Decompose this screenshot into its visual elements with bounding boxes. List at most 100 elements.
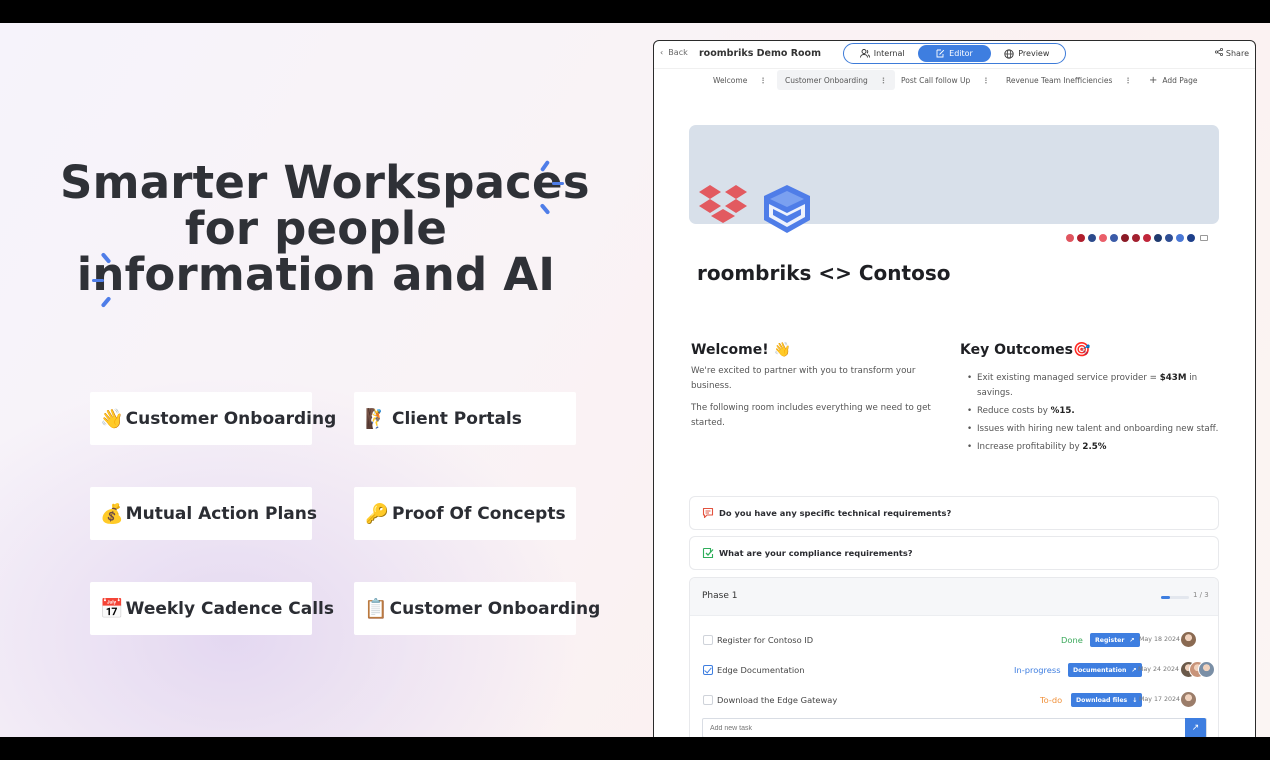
color-swatch[interactable] <box>1187 234 1195 242</box>
chevron-left-icon: ‹ <box>660 48 664 57</box>
task-name[interactable]: Download the Edge Gateway <box>717 695 837 705</box>
color-swatch[interactable] <box>1143 234 1151 242</box>
view-mode-internal[interactable]: Internal <box>846 45 918 62</box>
back-button[interactable]: ‹ Back <box>660 48 688 57</box>
plus-icon: + <box>1149 74 1158 86</box>
avatar[interactable] <box>1180 631 1197 648</box>
submit-task-button[interactable]: ↗ <box>1185 718 1206 737</box>
check-icon <box>702 547 716 559</box>
task-status[interactable]: Done <box>1061 635 1083 645</box>
hero-stage: Smarter Workspaces for people informatio… <box>0 23 1270 737</box>
document-title[interactable]: roombriks <> Contoso <box>697 261 950 285</box>
task-status[interactable]: In-progress <box>1014 665 1061 675</box>
app-window: ‹ Back roombriks Demo Room Internal Edit… <box>653 40 1256 737</box>
task-checkbox[interactable] <box>703 695 713 705</box>
new-task-input[interactable] <box>702 718 1207 737</box>
view-mode-label: Preview <box>1018 49 1050 58</box>
phase-title: Phase 1 <box>702 591 738 601</box>
edit-icon <box>936 49 945 58</box>
view-mode-editor[interactable]: Editor <box>918 45 991 62</box>
avatar[interactable] <box>1180 691 1197 708</box>
roombriks-logo <box>764 185 810 233</box>
feature-label: Client Portals <box>392 408 522 429</box>
page-tab-label: Revenue Team Inefficiencies <box>1006 75 1113 85</box>
page-tabs: Welcome ⋮ Customer Onboarding ⋮ Post Call … <box>654 69 1255 91</box>
room-title: roombriks Demo Room <box>699 48 821 59</box>
color-swatch[interactable] <box>1099 234 1107 242</box>
welcome-paragraph-1: We're excited to partner with you to tra… <box>691 366 916 391</box>
phase-card: Phase 1 1 / 3 Register for Contoso ID Do… <box>689 577 1219 737</box>
add-page-button[interactable]: + Add Page <box>1141 70 1205 90</box>
task-name[interactable]: Register for Contoso ID <box>717 635 813 645</box>
page-tab-label: Customer Onboarding <box>785 75 868 85</box>
climber-icon: 🧗 <box>365 408 389 430</box>
more-vertical-icon[interactable]: ⋮ <box>880 76 888 85</box>
color-swatch[interactable] <box>1154 234 1162 242</box>
task-status[interactable]: To-do <box>1040 695 1062 705</box>
color-swatch[interactable] <box>1176 234 1184 242</box>
feature-card-customer-onboarding[interactable]: 👋 Customer Onboarding <box>90 392 336 445</box>
clipboard-icon: 📋 <box>364 598 388 620</box>
task-name[interactable]: Edge Documentation <box>717 665 804 675</box>
arrow-up-right-icon: ↗ <box>1191 723 1200 733</box>
task-checkbox[interactable] <box>703 635 713 645</box>
hero-headline: Smarter Workspaces for people informatio… <box>60 156 590 301</box>
key-outcomes-heading: Key Outcomes🎯 <box>960 342 1091 358</box>
hero-line-2: for people <box>184 202 448 255</box>
feature-card-weekly-cadence-calls[interactable]: 📅 Weekly Cadence Calls <box>90 582 334 635</box>
register-button[interactable]: Register ↗ <box>1090 633 1140 647</box>
more-colors-icon[interactable] <box>1200 235 1208 241</box>
task-row: Edge Documentation In-progress Documenta… <box>690 660 1218 680</box>
faq-item[interactable]: What are your compliance requirements? <box>689 536 1219 570</box>
globe-icon <box>1004 48 1014 59</box>
more-vertical-icon[interactable]: ⋮ <box>759 76 767 85</box>
feature-label: Weekly Cadence Calls <box>125 598 335 619</box>
color-swatch[interactable] <box>1077 234 1085 242</box>
task-date: May 24 2024 <box>1138 666 1180 673</box>
avatar[interactable] <box>1198 661 1215 678</box>
color-swatch[interactable] <box>1121 234 1129 242</box>
more-vertical-icon[interactable]: ⋮ <box>1124 76 1132 85</box>
key-icon: 🔑 <box>365 503 389 525</box>
share-button[interactable]: Share <box>1215 47 1249 58</box>
faq-item[interactable]: Do you have any specific technical requi… <box>689 496 1219 530</box>
hero-line-1: Smarter Workspaces <box>60 156 590 209</box>
phase-header[interactable]: Phase 1 1 / 3 <box>690 578 1218 616</box>
color-swatch[interactable] <box>1110 234 1118 242</box>
page-tab-welcome[interactable]: Welcome ⋮ <box>705 70 775 90</box>
color-swatch[interactable] <box>1132 234 1140 242</box>
view-mode-label: Editor <box>949 49 973 58</box>
feature-card-customer-onboarding-2[interactable]: 📋 Customer Onboarding <box>354 582 600 635</box>
feature-card-proof-of-concepts[interactable]: 🔑 Proof Of Concepts <box>354 487 576 540</box>
dropbox-logo <box>699 185 747 223</box>
page-tab-post-call-follow-up[interactable]: Post Call follow Up ⋮ <box>893 70 998 90</box>
more-vertical-icon[interactable]: ⋮ <box>982 76 990 85</box>
feature-card-mutual-action-plans[interactable]: 💰 Mutual Action Plans <box>90 487 317 540</box>
page-tab-revenue-team[interactable]: Revenue Team Inefficiencies ⋮ <box>998 70 1140 90</box>
hero-line-3: information and AI <box>76 248 556 301</box>
outcome-item: Exit existing managed service provider =… <box>967 371 1219 400</box>
external-link-icon: ↗ <box>1129 636 1135 644</box>
download-files-button[interactable]: Download files ↓ <box>1071 693 1143 707</box>
task-checkbox[interactable] <box>703 665 713 675</box>
sparkle-decoration <box>552 182 564 185</box>
outcome-item: Increase profitability by 2.5% <box>967 440 1219 455</box>
phase-progress-fill <box>1161 596 1171 599</box>
task-date: May 18 2024 <box>1139 636 1181 643</box>
view-mode-preview[interactable]: Preview <box>991 45 1063 62</box>
color-swatch[interactable] <box>1088 234 1096 242</box>
outcome-item: Reduce costs by %15. <box>967 404 1219 419</box>
task-row: Register for Contoso ID Done Register ↗ M… <box>690 630 1218 650</box>
page-tab-customer-onboarding[interactable]: Customer Onboarding ⋮ <box>777 70 896 90</box>
app-topbar: ‹ Back roombriks Demo Room Internal Edit… <box>654 41 1255 69</box>
phase-progress-bar <box>1161 596 1189 599</box>
color-swatch[interactable] <box>1066 234 1074 242</box>
welcome-paragraph-2: The following room includes everything w… <box>691 403 931 428</box>
documentation-button[interactable]: Documentation ↗ <box>1068 663 1142 677</box>
share-icon <box>1215 47 1224 57</box>
feature-card-client-portals[interactable]: 🧗 Client Portals <box>354 392 576 445</box>
outcome-item: Issues with hiring new talent and onboar… <box>967 422 1219 437</box>
calendar-icon: 📅 <box>100 598 124 620</box>
add-page-label: Add Page <box>1162 75 1198 85</box>
color-swatch[interactable] <box>1165 234 1173 242</box>
